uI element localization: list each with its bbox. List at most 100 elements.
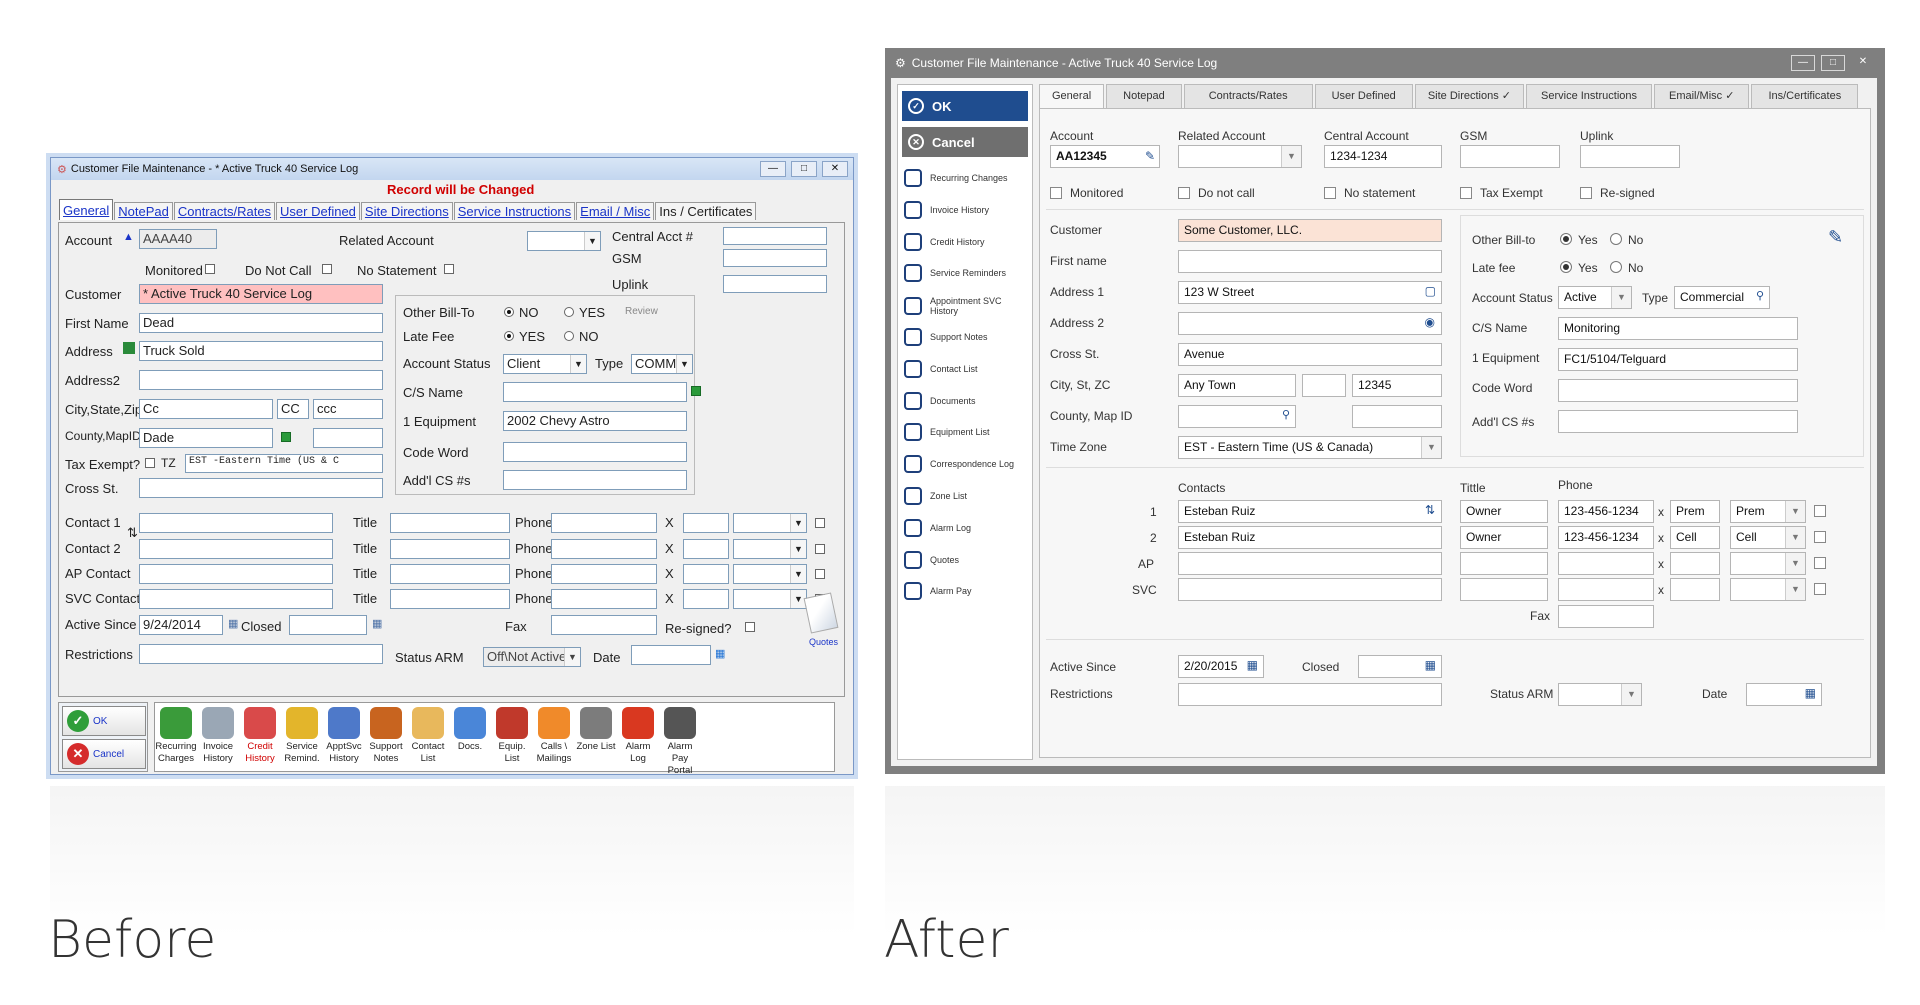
ext-field[interactable]: Prem	[1670, 500, 1720, 523]
map-icon[interactable]: ▢	[1425, 284, 1436, 298]
tab-user-defined[interactable]: User Defined	[276, 202, 360, 220]
tab-contracts-rates[interactable]: Contracts/Rates	[173, 202, 276, 220]
restrictions-field[interactable]	[1178, 683, 1442, 706]
contact-name-field[interactable]: Esteban Ruiz	[1178, 526, 1442, 549]
toolbar-item[interactable]: Docs.	[449, 703, 491, 771]
toolbar-item[interactable]: Recurring Charges	[155, 703, 197, 771]
phone-field[interactable]	[551, 513, 657, 533]
maximize-button[interactable]: □	[791, 161, 817, 177]
cross-st-field[interactable]	[139, 478, 383, 498]
cancel-button[interactable]: ✕ Cancel	[62, 739, 146, 769]
late-fee-no-radio[interactable]	[1610, 261, 1622, 273]
sidebar-item[interactable]: Service Reminders	[904, 264, 1022, 283]
phone-field[interactable]	[551, 564, 657, 584]
calendar-icon[interactable]: ▦	[1247, 658, 1258, 672]
toolbar-item[interactable]: ApptSvc History	[323, 703, 365, 771]
chevron-down-icon[interactable]: ▼	[1611, 287, 1631, 308]
ext-field[interactable]	[683, 589, 729, 609]
resigned-checkbox[interactable]	[745, 622, 755, 632]
toolbar-item[interactable]: Support Notes	[365, 703, 407, 771]
restrictions-field[interactable]	[139, 644, 383, 664]
phone-type-select[interactable]: ▼	[733, 589, 807, 609]
close-button[interactable]: ✕	[1851, 55, 1875, 71]
ext-field[interactable]	[1670, 552, 1720, 575]
zip-field[interactable]: ccc	[313, 399, 383, 419]
late-fee-yes-radio[interactable]	[1560, 261, 1572, 273]
city-field[interactable]: Cc	[139, 399, 273, 419]
minimize-button[interactable]: —	[1791, 55, 1815, 71]
title-field[interactable]	[1460, 552, 1548, 575]
code-word-field[interactable]	[1558, 379, 1798, 402]
toolbar-item[interactable]: Invoice History	[197, 703, 239, 771]
toolbar-item[interactable]: Equip. List	[491, 703, 533, 771]
phone-field[interactable]: 123-456-1234	[1558, 526, 1654, 549]
account-status-select[interactable]: Active ▼	[1558, 286, 1632, 309]
mapid-field[interactable]	[313, 428, 383, 448]
state-field[interactable]: CC	[277, 399, 309, 419]
central-acct-field[interactable]	[723, 227, 827, 245]
gsm-field[interactable]	[723, 249, 827, 267]
chevron-down-icon[interactable]: ▼	[790, 514, 806, 532]
sidebar-item[interactable]: Alarm Pay	[904, 582, 1022, 601]
toolbar-item[interactable]: Credit History	[239, 703, 281, 771]
phone-type-select[interactable]: ▼	[733, 539, 807, 559]
ok-button[interactable]: ✓ OK	[62, 706, 146, 736]
chevron-down-icon[interactable]: ▼	[584, 232, 600, 250]
uplink-field[interactable]	[723, 275, 827, 293]
review-link[interactable]: Review	[625, 306, 658, 317]
chevron-down-icon[interactable]: ▼	[1785, 579, 1805, 600]
toolbar-item[interactable]: Contact List	[407, 703, 449, 771]
location-pin-icon[interactable]: ◉	[1425, 315, 1435, 329]
title-field[interactable]	[390, 564, 510, 584]
date-field[interactable]: ▦	[1746, 683, 1822, 706]
chevron-down-icon[interactable]: ▼	[1785, 553, 1805, 574]
date-field[interactable]	[631, 645, 711, 665]
maximize-button[interactable]: □	[1821, 55, 1845, 71]
tab-general[interactable]: General	[1039, 84, 1105, 108]
sidebar-item[interactable]: Quotes	[904, 550, 1022, 569]
active-since-field[interactable]: 9/24/2014	[139, 615, 223, 635]
phone-field[interactable]	[1558, 552, 1654, 575]
code-word-field[interactable]	[503, 442, 687, 462]
chevron-down-icon[interactable]: ▼	[570, 355, 586, 373]
status-arm-select[interactable]: Off\Not Active ▼	[483, 647, 581, 667]
no-statement-checkbox[interactable]	[444, 264, 454, 274]
ext-field[interactable]	[683, 513, 729, 533]
phone-field[interactable]: 123-456-1234	[1558, 500, 1654, 523]
phone-type-select[interactable]: ▼	[733, 513, 807, 533]
contact-name-field[interactable]	[139, 539, 333, 559]
phone-field[interactable]	[551, 539, 657, 559]
cross-st-field[interactable]: Avenue	[1178, 343, 1442, 366]
phone-field[interactable]	[551, 589, 657, 609]
account-status-select[interactable]: Client ▼	[503, 354, 587, 374]
contact-name-field[interactable]: Esteban Ruiz ⇅	[1178, 500, 1442, 523]
sidebar-item[interactable]: Contact List	[904, 359, 1022, 378]
contact-name-field[interactable]	[139, 564, 333, 584]
chevron-down-icon[interactable]: ▼	[1785, 501, 1805, 522]
lookup-icon[interactable]	[691, 386, 701, 396]
county-field[interactable]: Dade	[139, 428, 273, 448]
late-fee-no-radio[interactable]	[564, 331, 574, 341]
related-account-field[interactable]: ▼	[1178, 145, 1302, 168]
tab-notepad[interactable]: NotePad	[114, 202, 173, 220]
equipment-field[interactable]: FC1/5104/Telguard	[1558, 348, 1798, 371]
active-since-field[interactable]: 2/20/2015 ▦	[1178, 655, 1264, 678]
toolbar-item[interactable]: Alarm Pay Portal	[659, 703, 701, 776]
contact-name-field[interactable]	[139, 589, 333, 609]
quotes-icon[interactable]	[803, 592, 839, 634]
chevron-down-icon[interactable]: ▼	[1785, 527, 1805, 548]
customer-field[interactable]: Some Customer, LLC.	[1178, 219, 1442, 242]
sidebar-item[interactable]: Equipment List	[904, 423, 1022, 442]
sidebar-item[interactable]: Support Notes	[904, 328, 1022, 346]
tax-exempt-checkbox[interactable]	[145, 458, 155, 468]
swap-icon[interactable]: ⇅	[127, 525, 138, 541]
title-field[interactable]	[390, 513, 510, 533]
tab-user-defined[interactable]: User Defined	[1314, 84, 1413, 108]
toolbar-item[interactable]: Service Remind.	[281, 703, 323, 771]
status-arm-select[interactable]: ▼	[1558, 683, 1642, 706]
ok-button[interactable]: ✓ OK	[902, 91, 1028, 121]
phone-type-select[interactable]: Prem ▼	[1730, 500, 1806, 523]
do-not-call-checkbox[interactable]	[1178, 187, 1190, 199]
phone-type-select[interactable]: ▼	[733, 564, 807, 584]
edit-icon[interactable]: ✎	[1145, 149, 1155, 163]
